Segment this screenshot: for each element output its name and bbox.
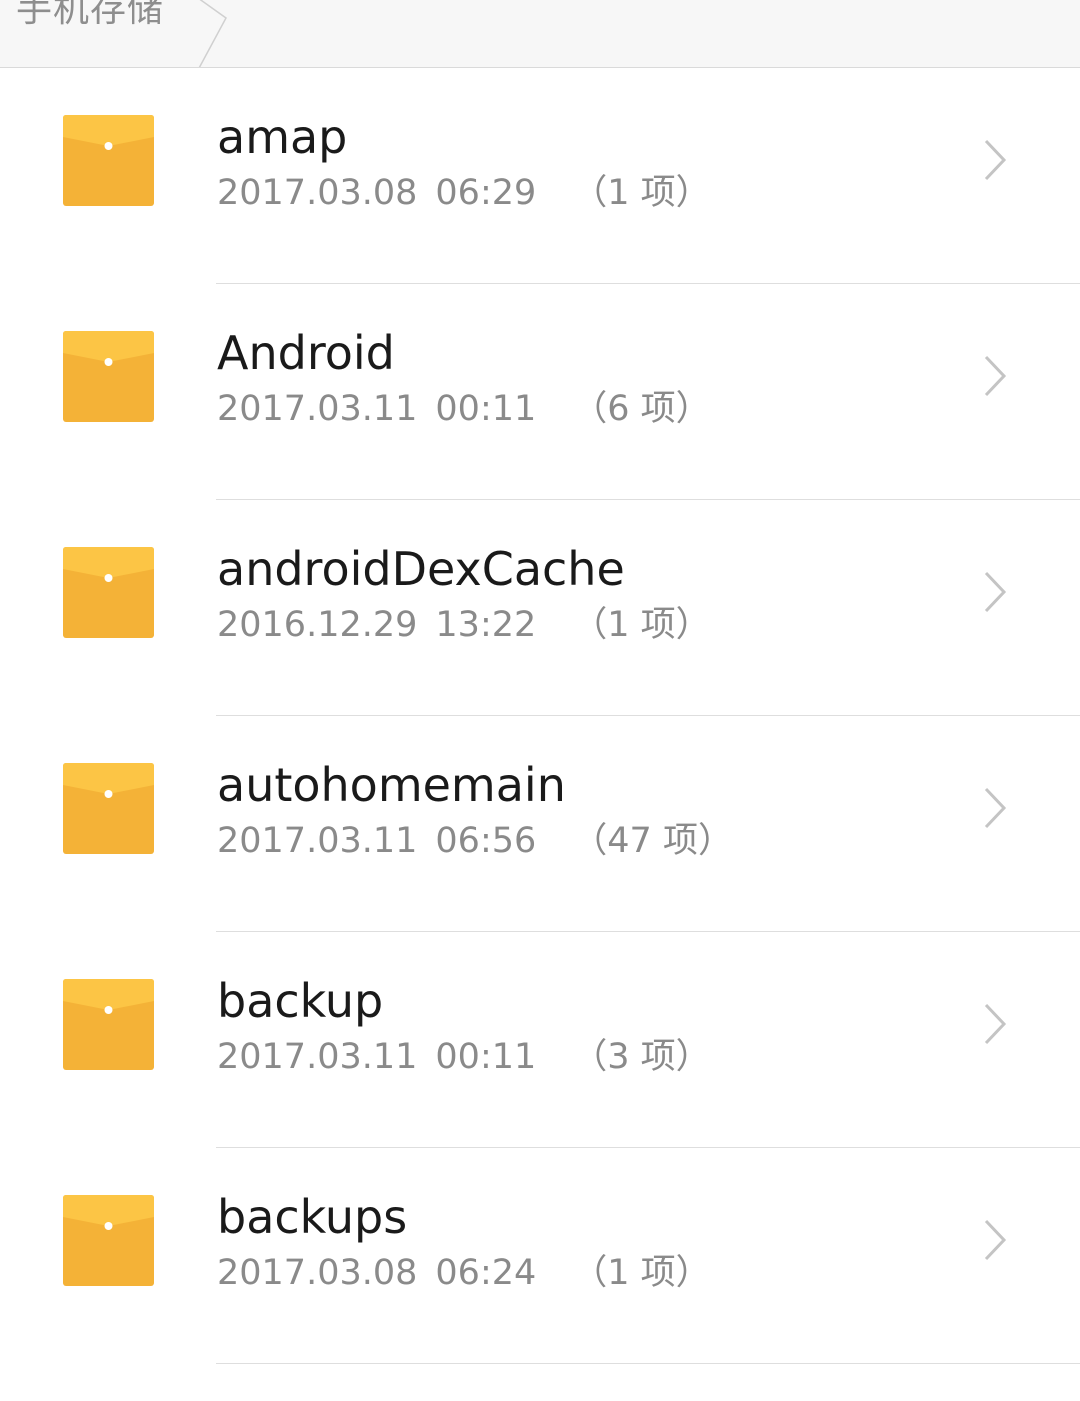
folder-meta: 2017.03.11 00:11 （6 项）	[217, 386, 711, 432]
folder-meta: 2017.03.11 00:11 （3 项）	[217, 1034, 711, 1080]
breadcrumb-separator-icon	[198, 0, 227, 67]
folder-row[interactable]: backups 2017.03.08 06:24 （1 项）	[0, 1148, 1080, 1364]
folder-meta: 2016.12.29 13:22 （1 项）	[217, 602, 711, 648]
row-divider	[216, 1363, 1080, 1364]
folder-item-count: （1 项）	[572, 605, 711, 645]
folder-row[interactable]: androidDexCache 2016.12.29 13:22 （1 项）	[0, 500, 1080, 716]
folder-item-count: （1 项）	[572, 1253, 711, 1293]
folder-modified-time: 06:24	[435, 1253, 537, 1293]
folder-icon	[63, 1195, 154, 1286]
folder-icon	[63, 547, 154, 638]
folder-name: androidDexCache	[217, 542, 625, 596]
breadcrumb-item-phone-storage[interactable]: 手机存储	[16, 0, 164, 34]
folder-item-count: （47 项）	[572, 821, 733, 861]
chevron-right-icon[interactable]	[982, 1218, 1008, 1262]
folder-modified-time: 06:29	[435, 173, 537, 213]
folder-row[interactable]: Android 2017.03.11 00:11 （6 项）	[0, 284, 1080, 500]
folder-meta: 2017.03.11 06:56 （47 项）	[217, 818, 733, 864]
folder-meta: 2017.03.08 06:29 （1 项）	[217, 170, 711, 216]
folder-name: Android	[217, 326, 395, 380]
folder-modified-date: 2017.03.11	[217, 389, 418, 429]
folder-modified-time: 06:56	[435, 821, 537, 861]
chevron-right-icon[interactable]	[982, 354, 1008, 398]
folder-modified-time: 00:11	[435, 389, 537, 429]
folder-icon	[63, 331, 154, 422]
folder-name: amap	[217, 110, 348, 164]
folder-icon	[63, 763, 154, 854]
folder-modified-time: 13:22	[435, 605, 537, 645]
file-list: amap 2017.03.08 06:29 （1 项） Android 2017.0…	[0, 68, 1080, 1364]
folder-name: autohomemain	[217, 758, 566, 812]
folder-modified-date: 2016.12.29	[217, 605, 418, 645]
folder-modified-date: 2017.03.11	[217, 821, 418, 861]
chevron-right-icon[interactable]	[982, 138, 1008, 182]
folder-modified-time: 00:11	[435, 1037, 537, 1077]
folder-row[interactable]: backup 2017.03.11 00:11 （3 项）	[0, 932, 1080, 1148]
folder-modified-date: 2017.03.11	[217, 1037, 418, 1077]
chevron-right-icon[interactable]	[982, 786, 1008, 830]
folder-icon	[63, 115, 154, 206]
folder-row[interactable]: autohomemain 2017.03.11 06:56 （47 项）	[0, 716, 1080, 932]
folder-item-count: （1 项）	[572, 173, 711, 213]
folder-item-count: （6 项）	[572, 389, 711, 429]
folder-icon	[63, 979, 154, 1070]
folder-modified-date: 2017.03.08	[217, 173, 418, 213]
folder-name: backup	[217, 974, 384, 1028]
chevron-right-icon[interactable]	[982, 1002, 1008, 1046]
breadcrumb: 手机存储	[0, 0, 1080, 68]
folder-row[interactable]: amap 2017.03.08 06:29 （1 项）	[0, 68, 1080, 284]
folder-modified-date: 2017.03.08	[217, 1253, 418, 1293]
folder-name: backups	[217, 1190, 408, 1244]
folder-meta: 2017.03.08 06:24 （1 项）	[217, 1250, 711, 1296]
folder-item-count: （3 项）	[572, 1037, 711, 1077]
chevron-right-icon[interactable]	[982, 570, 1008, 614]
